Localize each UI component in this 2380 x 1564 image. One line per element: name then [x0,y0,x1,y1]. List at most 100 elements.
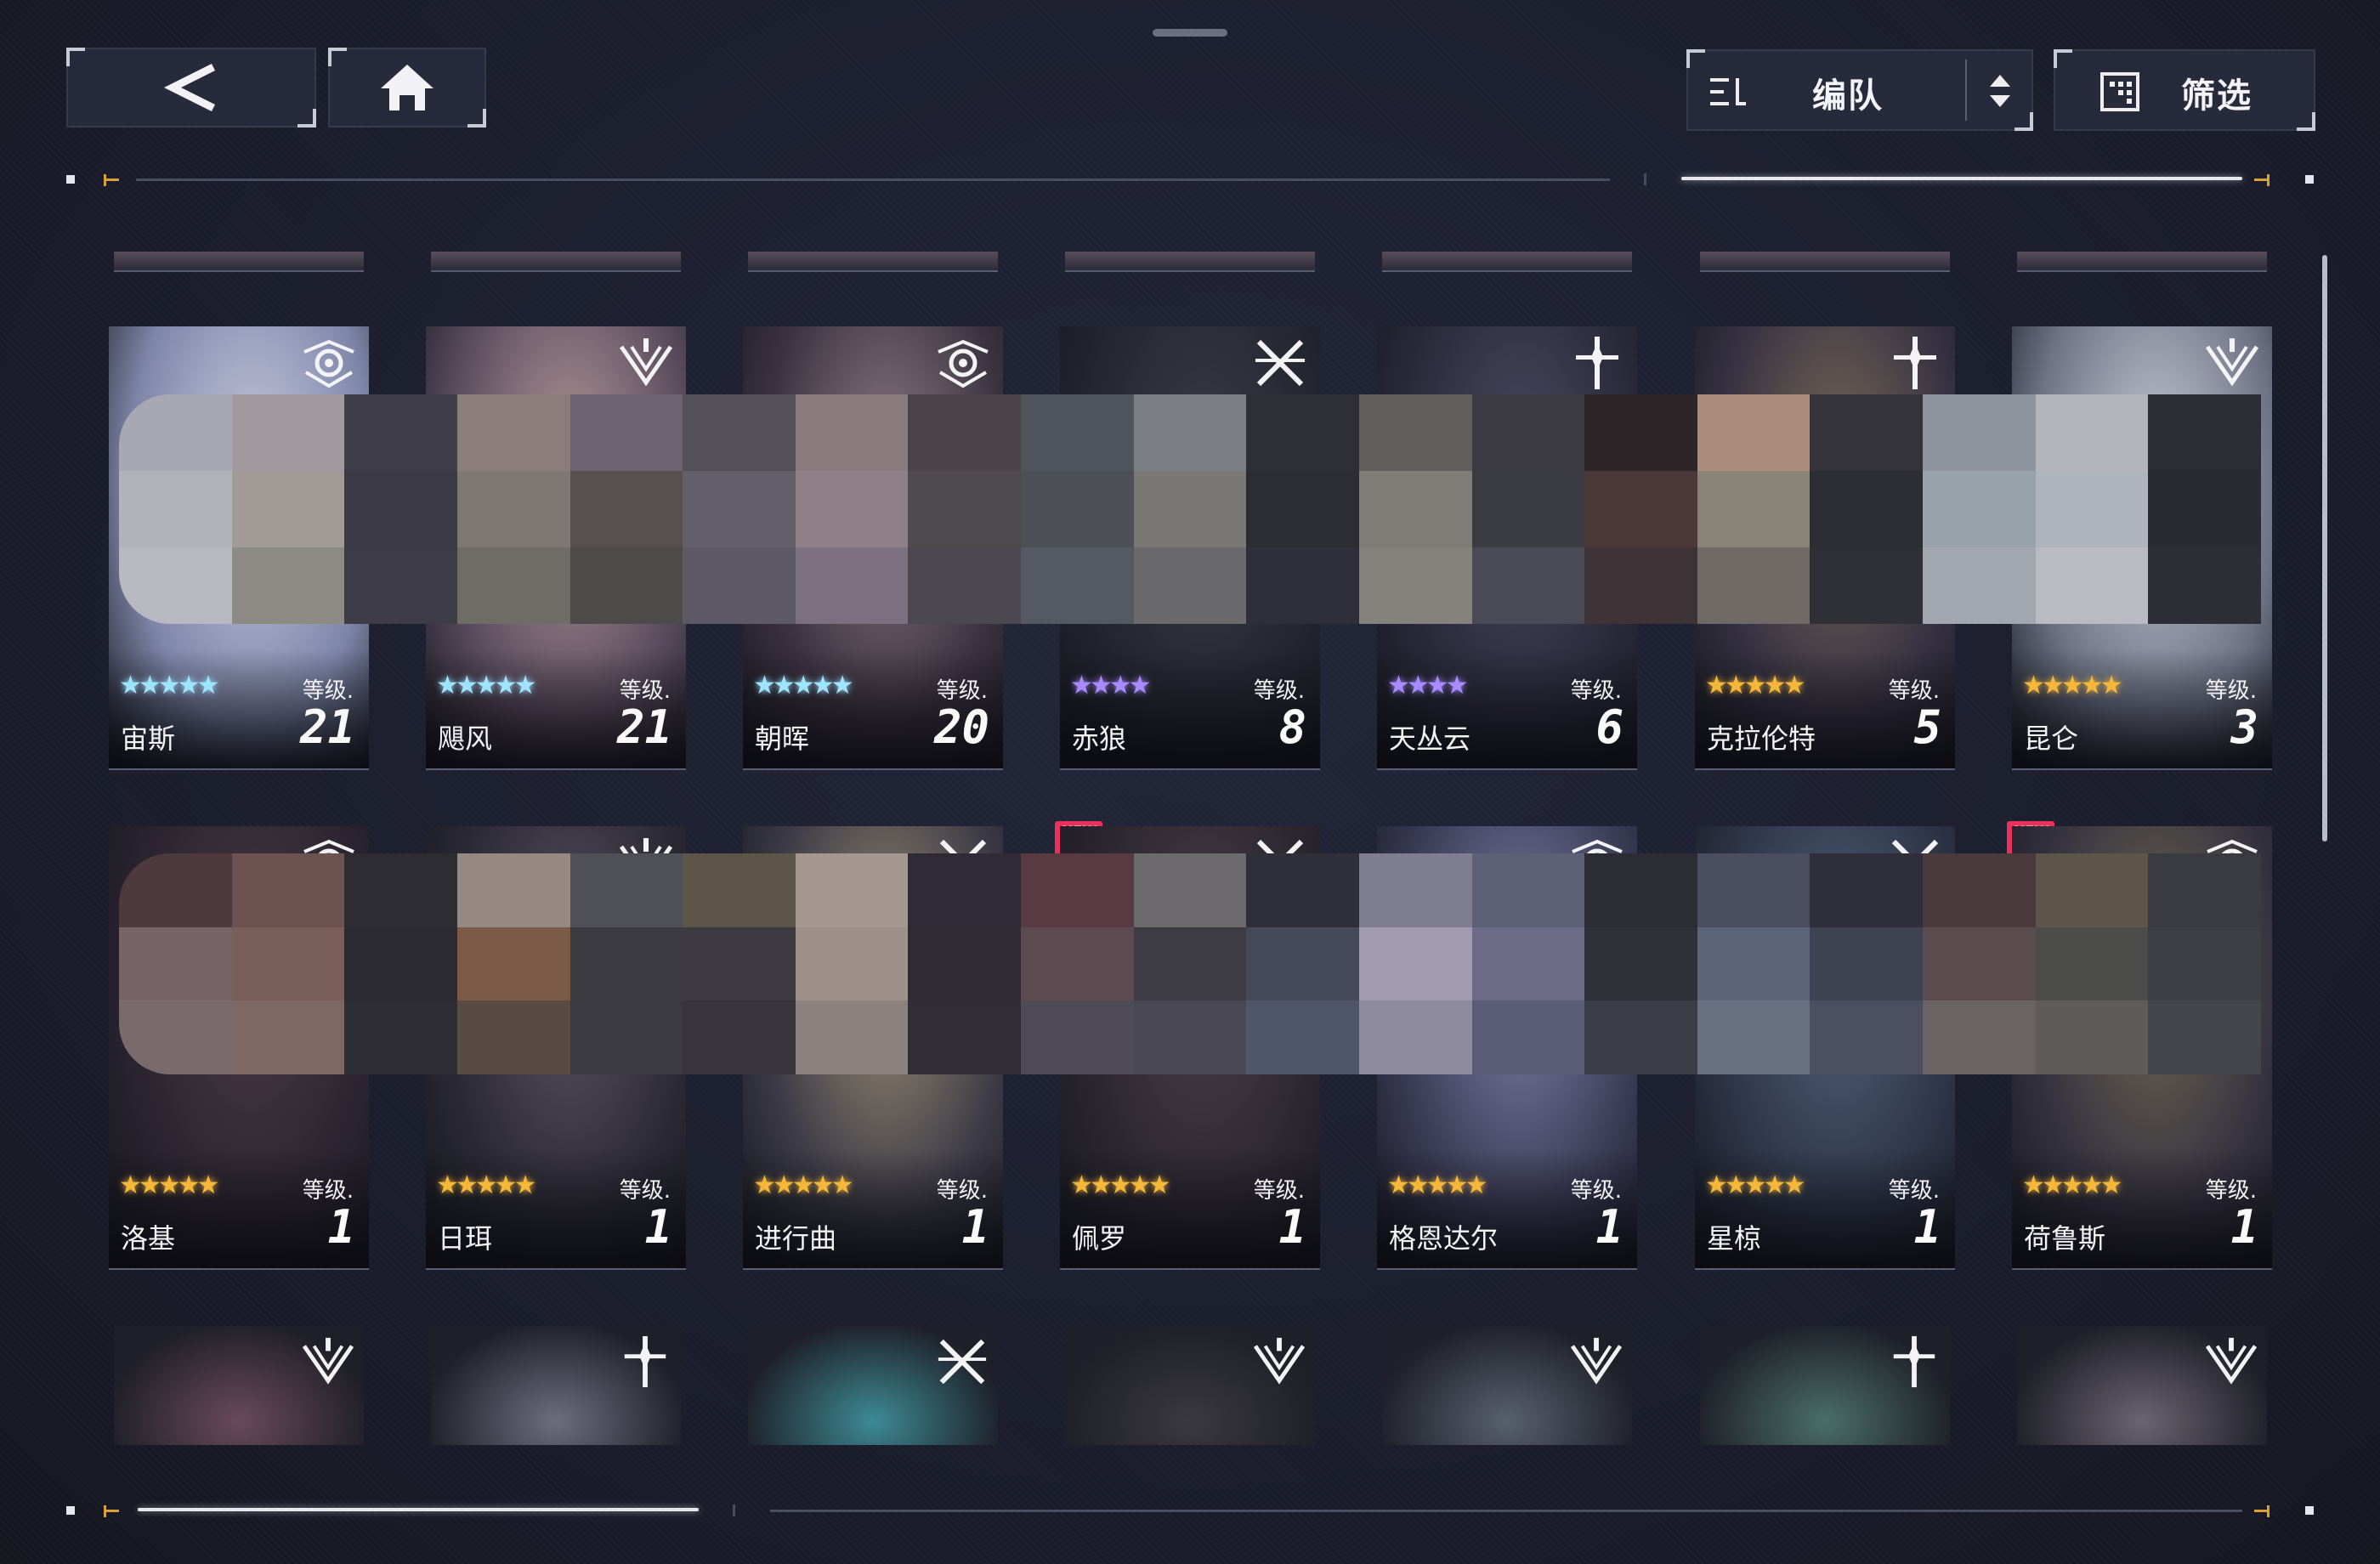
character-card-partial[interactable] [1382,252,1632,272]
character-name: 朝晖 [755,722,810,755]
censor-cell [570,547,683,624]
censor-cell [570,471,683,547]
censor-cell [1471,1000,1585,1074]
character-card-partial[interactable] [1065,1326,1315,1445]
character-card-partial[interactable] [748,1326,998,1445]
censor-cell [344,547,457,624]
censor-cell [1133,471,1247,547]
censor-cell [795,853,909,927]
censor-cell [795,1000,909,1074]
v-wing-icon [2204,1334,2258,1389]
censor-cell [795,926,909,1001]
v-wing-icon [618,335,674,391]
censor-cell [1021,471,1134,547]
censor-cell [2035,926,2149,1001]
censor-cell [1697,394,1810,471]
censor-cell [1471,926,1585,1001]
censor-cell [795,547,909,624]
character-card-partial[interactable] [2017,252,2267,272]
rail-dot [66,175,75,184]
character-level: 6 [1595,700,1624,754]
character-card-partial[interactable] [1700,252,1950,272]
censor-cell [908,926,1022,1001]
rail-dot [66,1506,75,1515]
censor-cell [2148,547,2261,624]
rarity-stars: ★★★★ [1387,671,1469,700]
censor-cell [683,1000,796,1074]
character-level: 21 [299,700,355,754]
censor-cell [1697,471,1810,547]
censor-cell [570,1000,683,1074]
rarity-stars: ★★★★★ [2022,1170,2123,1200]
censor-cell [1021,926,1134,1001]
sort-dropdown[interactable]: 编队 [1686,49,2033,131]
character-name: 进行曲 [755,1222,837,1255]
star-cross-icon [1887,1334,1941,1389]
character-level: 5 [1913,700,1941,754]
rail-tick [104,1505,106,1517]
character-name: 荷鲁斯 [2024,1222,2106,1255]
drag-handle[interactable] [1153,29,1227,37]
censor-cell [1471,471,1585,547]
censor-cell [231,547,345,624]
censor-band [119,394,2261,624]
censor-cell [683,926,796,1001]
character-card-partial[interactable] [1382,1326,1632,1445]
character-level: 1 [1913,1200,1941,1254]
character-name: 宙斯 [121,722,176,755]
censor-cell [683,471,796,547]
censor-cell [1246,1000,1359,1074]
censor-cell [456,394,570,471]
censor-cell [1923,853,2036,927]
censor-cell [908,1000,1022,1074]
v-wing-icon [2204,335,2260,391]
home-button[interactable] [328,48,486,128]
sort-toggle-icon[interactable] [1987,73,2013,110]
character-level: 1 [2230,1200,2258,1254]
back-button[interactable] [66,48,316,128]
character-name: 赤狼 [1072,722,1127,755]
character-level: 1 [1595,1200,1624,1254]
character-card-partial[interactable] [1700,1326,1950,1445]
censor-cell [1358,471,1472,547]
censor-cell [1021,1000,1134,1074]
character-level: 1 [1278,1200,1306,1254]
rail-dot [2305,1506,2314,1515]
censor-cell [2035,1000,2149,1074]
censor-cell [570,394,683,471]
censor-cell [1923,471,2036,547]
character-card-partial[interactable] [114,252,364,272]
character-card-partial[interactable] [431,1326,681,1445]
censor-cell [119,471,232,547]
censor-cell [119,394,232,471]
character-card-partial[interactable] [748,252,998,272]
character-card-partial[interactable] [114,1326,364,1445]
censor-cell [1697,926,1810,1001]
censor-cell [1923,1000,2036,1074]
home-icon [381,65,434,110]
censor-cell [1584,394,1697,471]
rarity-stars: ★★★★★ [1705,1170,1806,1200]
character-card-partial[interactable] [431,252,681,272]
character-card-partial[interactable] [2017,1326,2267,1445]
character-name: 洛基 [121,1222,176,1255]
v-wing-icon [1252,1334,1306,1389]
censor-cell [908,547,1022,624]
character-level: 1 [644,1200,672,1254]
filter-button[interactable]: 筛选 [2054,49,2315,131]
character-name: 星椋 [1707,1222,1762,1255]
censor-cell [795,394,909,471]
censor-cell [1584,1000,1697,1074]
scrollbar[interactable] [2322,255,2327,842]
character-card-partial[interactable] [1065,252,1315,272]
censor-cell [1021,547,1134,624]
character-level: 3 [2230,700,2258,754]
censor-cell [570,853,683,927]
sort-list-icon [1710,78,1746,105]
rarity-stars: ★★★★★ [753,1170,854,1200]
censor-cell [1697,1000,1810,1074]
censor-cell [1923,394,2036,471]
rarity-stars: ★★★★★ [1705,671,1806,700]
censor-cell [2035,547,2149,624]
bottom-scroll-indicator [138,1508,699,1511]
